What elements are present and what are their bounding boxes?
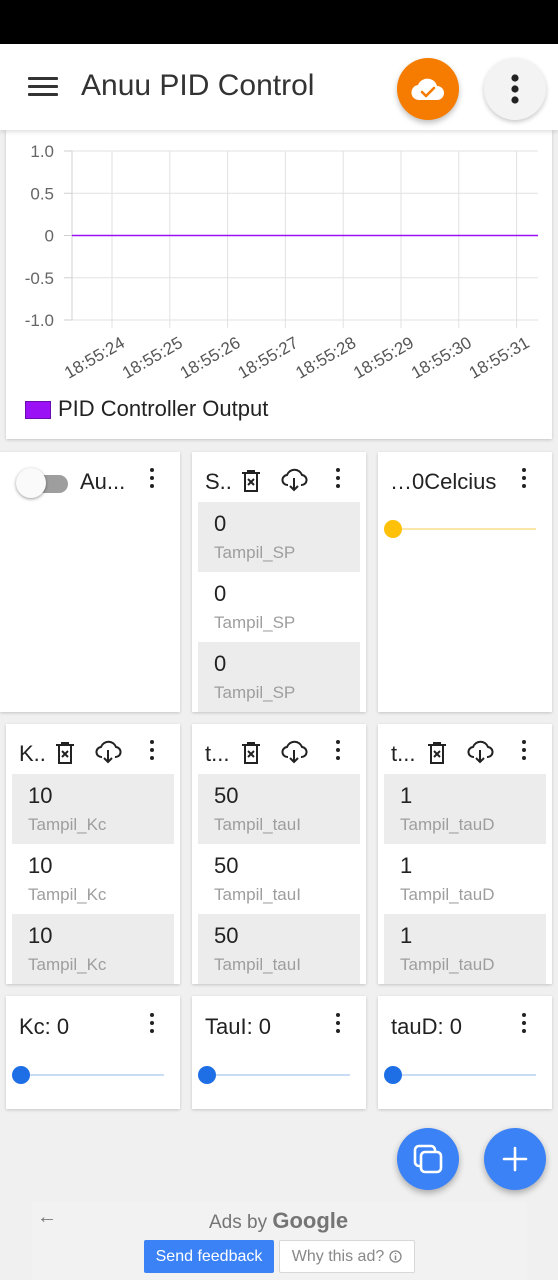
more-vert-icon[interactable] bbox=[333, 740, 343, 766]
cloud-download-icon[interactable] bbox=[466, 739, 494, 765]
cloud-download-icon[interactable] bbox=[280, 739, 308, 765]
x-tick-label: 18:55:30 bbox=[408, 333, 475, 383]
chart-card: 1.0 0.5 0 -0.5 -1.0 18:55:24 18:55:25 18:55:26 1… bbox=[6, 130, 552, 439]
more-vert-icon[interactable] bbox=[519, 468, 529, 494]
list-item: 1 Tampil_tauD bbox=[384, 774, 546, 844]
duplicate-button[interactable] bbox=[397, 1128, 459, 1190]
y-tick-label: 0.5 bbox=[30, 184, 54, 203]
cloud-download-icon[interactable] bbox=[94, 739, 122, 765]
x-tick-label: 18:55:29 bbox=[350, 333, 417, 383]
more-vert-icon[interactable] bbox=[147, 740, 157, 766]
line-chart: 1.00.50-0.5-1.018:55:2418:55:2518:55:261… bbox=[25, 142, 538, 383]
more-vert-icon bbox=[511, 74, 519, 104]
list-item: 0 Tampil_SP bbox=[198, 642, 360, 712]
y-tick-label: 1.0 bbox=[30, 142, 54, 161]
widget-title: t... bbox=[391, 741, 416, 766]
kc-slider-widget: Kc: 0 bbox=[6, 996, 180, 1109]
delete-icon[interactable] bbox=[237, 741, 265, 767]
more-vert-icon[interactable] bbox=[519, 740, 529, 766]
taud-slider-widget: tauD: 0 bbox=[378, 996, 552, 1109]
cloud-download-icon[interactable] bbox=[280, 467, 308, 493]
widget-title: …0Celcius bbox=[390, 469, 497, 494]
why-this-ad-button[interactable]: Why this ad? bbox=[279, 1240, 415, 1273]
send-feedback-button[interactable]: Send feedback bbox=[144, 1240, 274, 1273]
auto-toggle[interactable] bbox=[14, 468, 72, 498]
x-tick-label: 18:55:28 bbox=[292, 333, 359, 383]
info-icon bbox=[389, 1250, 402, 1263]
delete-icon[interactable] bbox=[237, 469, 265, 495]
taud-log-widget: t... 1 Tampil_tauD 1 Tampil_tauD 1 Tampil_t… bbox=[378, 724, 552, 984]
app-bar: Anuu PID Control bbox=[0, 44, 558, 130]
more-vert-icon[interactable] bbox=[147, 1013, 157, 1039]
cloud-sync-button[interactable] bbox=[397, 58, 459, 120]
widget-title: TauI: 0 bbox=[205, 1014, 272, 1039]
taui-slider[interactable] bbox=[198, 1065, 350, 1085]
y-tick-label: -0.5 bbox=[25, 269, 54, 288]
status-bar bbox=[0, 0, 558, 44]
y-tick-label: 0 bbox=[45, 227, 54, 246]
celcius-slider-widget: …0Celcius bbox=[378, 452, 552, 712]
add-widget-button[interactable] bbox=[484, 1128, 546, 1190]
list-item: 1 Tampil_tauD bbox=[400, 853, 495, 904]
list-item: 50 Tampil_tauI bbox=[198, 914, 360, 984]
legend-label: PID Controller Output bbox=[58, 396, 269, 421]
widget-title: Kc: 0 bbox=[19, 1014, 70, 1039]
x-tick-label: 18:55:24 bbox=[61, 333, 128, 383]
list-item: 10 Tampil_Kc bbox=[12, 774, 174, 844]
kc-slider[interactable] bbox=[12, 1065, 164, 1085]
widget-title: S.. bbox=[205, 469, 232, 494]
list-item: 1 Tampil_tauD bbox=[384, 914, 546, 984]
copy-icon bbox=[413, 1144, 443, 1174]
taui-log-widget: t... 50 Tampil_tauI 50 Tampil_tauI 50 Tampi… bbox=[192, 724, 366, 984]
widget-title: t... bbox=[205, 741, 230, 766]
list-item: 10 Tampil_Kc bbox=[28, 853, 107, 904]
more-vert-icon[interactable] bbox=[333, 468, 343, 494]
delete-icon[interactable] bbox=[51, 741, 79, 767]
legend-swatch bbox=[25, 401, 51, 419]
x-tick-label: 18:55:31 bbox=[466, 333, 533, 383]
kc-log-widget: K.. 10 Tampil_Kc 10 Tampil_Kc 10 Tampil_Kc bbox=[6, 724, 180, 984]
taud-slider[interactable] bbox=[384, 1065, 536, 1085]
back-arrow-icon[interactable]: ← bbox=[37, 1206, 57, 1229]
more-vert-icon[interactable] bbox=[147, 468, 157, 494]
celcius-slider[interactable] bbox=[384, 519, 536, 539]
list-item: 50 Tampil_tauI bbox=[214, 853, 301, 904]
more-vert-icon[interactable] bbox=[519, 1013, 529, 1039]
cloud-check-icon bbox=[411, 78, 444, 101]
x-tick-label: 18:55:27 bbox=[235, 333, 302, 383]
x-tick-label: 18:55:26 bbox=[177, 333, 244, 383]
taui-slider-widget: TauI: 0 bbox=[192, 996, 366, 1109]
widget-title: Au... bbox=[80, 469, 126, 494]
ad-label: Ads by Google bbox=[209, 1208, 349, 1233]
sp-log-widget: S.. 0 Tampil_SP 0 Tampil_SP 0 Tampil_SP bbox=[192, 452, 366, 712]
widget-title: K.. bbox=[19, 741, 46, 766]
y-tick-label: -1.0 bbox=[25, 311, 54, 330]
x-tick-label: 18:55:25 bbox=[119, 333, 186, 383]
list-item: 50 Tampil_tauI bbox=[198, 774, 360, 844]
page-title: Anuu PID Control bbox=[81, 69, 315, 102]
add-icon bbox=[502, 1146, 528, 1172]
widget-title: tauD: 0 bbox=[391, 1014, 462, 1039]
list-item: 10 Tampil_Kc bbox=[12, 914, 174, 984]
ad-banner: ← Ads by Google Send feedback Why this a… bbox=[32, 1202, 527, 1280]
auto-switch-widget: Au... bbox=[0, 452, 180, 712]
delete-icon[interactable] bbox=[423, 741, 451, 767]
menu-icon[interactable] bbox=[28, 77, 58, 97]
more-vert-icon[interactable] bbox=[333, 1013, 343, 1039]
list-item: 0 Tampil_SP bbox=[198, 502, 360, 572]
more-options-button[interactable] bbox=[484, 58, 546, 120]
list-item: 0 Tampil_SP bbox=[214, 581, 296, 632]
